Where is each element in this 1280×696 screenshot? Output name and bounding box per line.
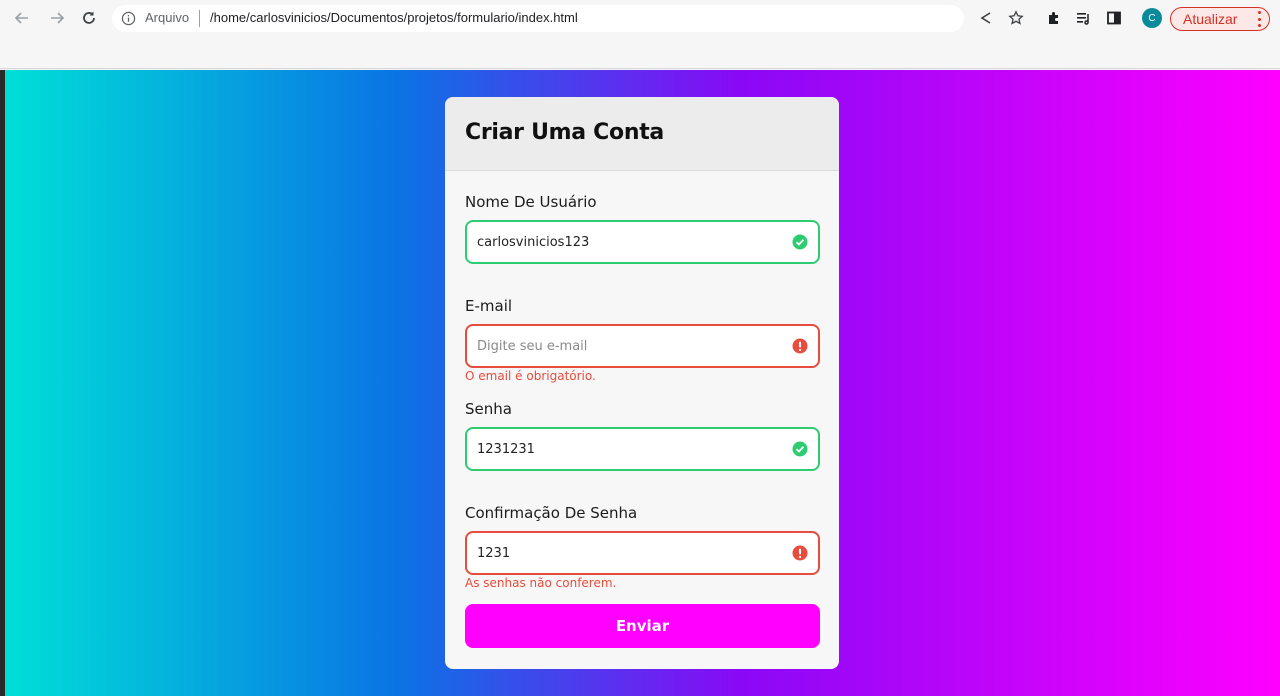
star-icon xyxy=(1008,10,1024,25)
reload-button[interactable] xyxy=(78,7,100,29)
email-label: E-mail xyxy=(465,297,513,315)
kebab-menu-icon[interactable] xyxy=(1257,11,1261,27)
username-input[interactable] xyxy=(477,222,777,262)
email-input[interactable] xyxy=(477,326,777,366)
password-label: Senha xyxy=(465,400,512,418)
reload-icon xyxy=(83,11,95,24)
forward-button[interactable] xyxy=(46,7,68,29)
extensions-button[interactable] xyxy=(1044,8,1064,28)
reading-list-icon xyxy=(1077,13,1089,25)
window-edge xyxy=(0,70,5,696)
confirm-password-input[interactable] xyxy=(477,533,777,573)
update-button[interactable]: Atualizar xyxy=(1170,7,1270,31)
page-title: Criar Uma Conta xyxy=(465,120,664,145)
username-field[interactable] xyxy=(465,220,820,264)
share-button[interactable] xyxy=(976,8,996,28)
check-circle-icon xyxy=(792,441,808,457)
confirm-password-label: Confirmação De Senha xyxy=(465,504,638,522)
error-circle-icon xyxy=(792,338,808,354)
submit-button[interactable]: Enviar xyxy=(465,604,820,648)
password-input[interactable] xyxy=(477,429,777,469)
side-panel-button[interactable] xyxy=(1104,8,1124,28)
update-label: Atualizar xyxy=(1183,11,1238,27)
email-error-message: O email é obrigatório. xyxy=(465,369,596,383)
signup-card: Criar Uma Conta Nome De Usuário E-mail O… xyxy=(445,97,839,669)
confirm-password-field[interactable] xyxy=(465,531,820,575)
side-panel-icon xyxy=(1107,11,1121,25)
arrow-left-icon xyxy=(14,12,28,24)
address-divider xyxy=(199,10,200,27)
reading-list-button[interactable] xyxy=(1074,8,1094,28)
arrow-right-icon xyxy=(51,12,65,24)
back-button[interactable] xyxy=(11,7,33,29)
card-header: Criar Uma Conta xyxy=(445,97,839,171)
security-label: Arquivo xyxy=(145,10,190,25)
error-circle-icon xyxy=(792,545,808,561)
username-label: Nome De Usuário xyxy=(465,193,597,211)
gradient-background: Criar Uma Conta Nome De Usuário E-mail O… xyxy=(0,70,1280,696)
password-field[interactable] xyxy=(465,427,820,471)
profile-avatar[interactable]: C xyxy=(1142,8,1162,28)
share-icon xyxy=(980,12,991,24)
browser-toolbar: Arquivo /home/carlosvinicios/Documentos/… xyxy=(0,0,1280,69)
address-url[interactable]: /home/carlosvinicios/Documentos/projetos… xyxy=(210,10,578,25)
info-icon[interactable] xyxy=(121,11,136,26)
address-bar[interactable]: Arquivo /home/carlosvinicios/Documentos/… xyxy=(112,5,964,32)
confirm-password-error-message: As senhas não conferem. xyxy=(465,576,617,590)
email-field[interactable] xyxy=(465,324,820,368)
puzzle-icon xyxy=(1049,12,1058,24)
check-circle-icon xyxy=(792,234,808,250)
bookmark-button[interactable] xyxy=(1006,8,1026,28)
